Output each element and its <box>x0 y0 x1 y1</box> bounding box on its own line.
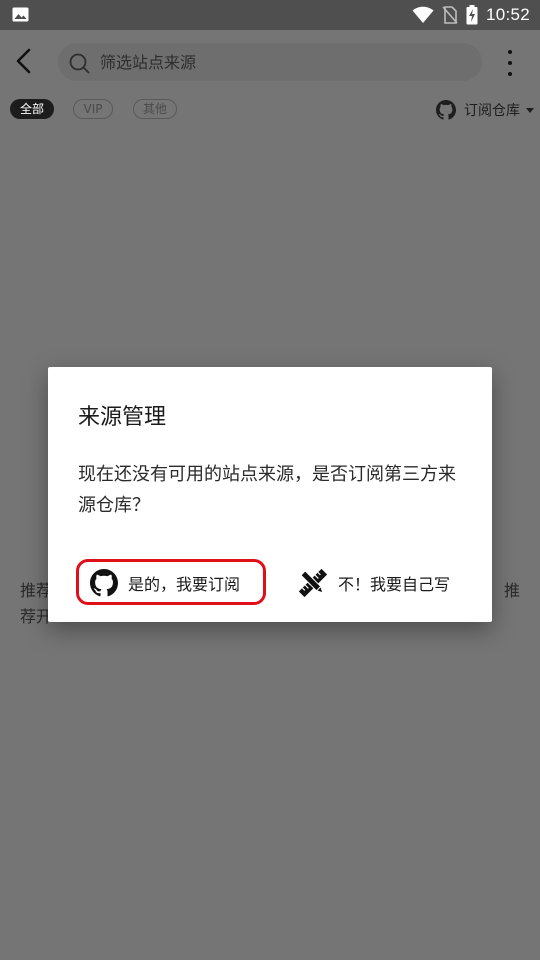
more-options-button[interactable] <box>500 50 520 76</box>
search-input[interactable] <box>100 43 470 81</box>
subscribe-yes-button[interactable]: 是的，我要订阅 <box>90 563 240 603</box>
chip-other[interactable]: 其他 <box>133 99 177 119</box>
back-arrow-icon <box>16 48 31 74</box>
status-bar: 10:52 <box>0 0 540 30</box>
gallery-icon <box>12 7 29 22</box>
battery-charging-icon <box>466 5 478 25</box>
github-icon <box>436 100 456 120</box>
no-sim-icon <box>442 6 458 24</box>
write-own-button[interactable]: 不！我要自己写 <box>298 563 450 603</box>
status-time: 10:52 <box>485 5 530 24</box>
toolbar <box>0 30 540 94</box>
subscribe-repo-label: 订阅仓库 <box>464 103 520 119</box>
search-box[interactable] <box>58 43 482 81</box>
chip-vip[interactable]: VIP <box>73 99 113 119</box>
dialog-title: 来源管理 <box>78 405 167 430</box>
write-own-label: 不！我要自己写 <box>338 575 451 594</box>
back-button[interactable] <box>8 46 38 76</box>
wifi-icon <box>412 6 434 23</box>
chevron-down-icon <box>526 107 534 113</box>
subscribe-yes-label: 是的，我要订阅 <box>128 575 241 594</box>
source-management-dialog: 来源管理 现在还没有可用的站点来源，是否订阅第三方来源仓库？ 是的，我要订阅 不… <box>48 367 492 622</box>
github-icon <box>90 569 118 597</box>
chip-all[interactable]: 全部 <box>10 99 54 119</box>
subscribe-repo-dropdown[interactable]: 订阅仓库 <box>436 98 534 122</box>
more-vert-icon <box>508 50 512 54</box>
search-icon <box>69 53 90 74</box>
pencil-ruler-icon <box>298 568 328 598</box>
dialog-message: 现在还没有可用的站点来源，是否订阅第三方来源仓库？ <box>78 464 456 516</box>
